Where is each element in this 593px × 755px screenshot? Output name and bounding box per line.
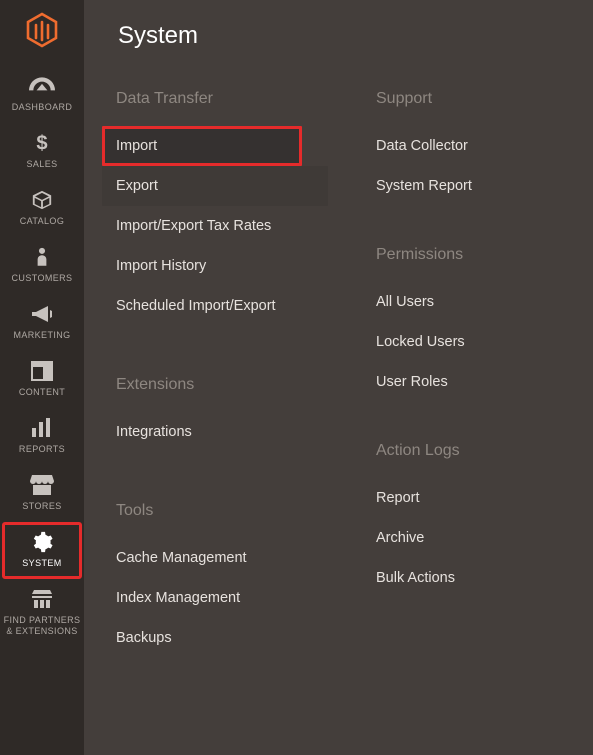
group-title: Tools [102, 502, 332, 538]
sidebar-item-reports[interactable]: REPORTS [2, 408, 82, 465]
sidebar-item-label: SALES [26, 159, 57, 170]
layout-icon [28, 359, 56, 383]
sidebar-item-marketing[interactable]: MARKETING [2, 294, 82, 351]
menu-item-index-management[interactable]: Index Management [102, 578, 332, 618]
menu-item-scheduled-import-export[interactable]: Scheduled Import/Export [102, 286, 332, 326]
sidebar-item-label: CATALOG [20, 216, 64, 227]
sidebar-item-label: STORES [22, 501, 61, 512]
sidebar-item-label: CUSTOMERS [12, 273, 73, 284]
group-support: Support Data Collector System Report [362, 90, 562, 206]
sidebar-item-label: DASHBOARD [12, 102, 73, 113]
menu-item-report[interactable]: Report [362, 478, 562, 518]
group-tools: Tools Cache Management Index Management … [102, 502, 332, 658]
group-title: Action Logs [362, 442, 562, 478]
group-title: Extensions [102, 376, 332, 412]
bar-chart-icon [28, 416, 56, 440]
group-permissions: Permissions All Users Locked Users User … [362, 246, 562, 402]
partners-icon [28, 587, 56, 611]
sidebar-item-label: SYSTEM [22, 558, 61, 569]
group-title: Permissions [362, 246, 562, 282]
box-icon [28, 188, 56, 212]
group-data-transfer: Data Transfer Import Export Import/Expor… [102, 90, 332, 326]
sidebar-item-label: CONTENT [19, 387, 65, 398]
menu-item-user-roles[interactable]: User Roles [362, 362, 562, 402]
menu-item-all-users[interactable]: All Users [362, 282, 562, 322]
admin-sidebar: DASHBOARD $ SALES CATALOG CUSTOMERS MARK… [0, 0, 84, 755]
menu-item-export[interactable]: Export [102, 166, 328, 206]
menu-item-import-history[interactable]: Import History [102, 246, 332, 286]
menu-item-import-export-tax-rates[interactable]: Import/Export Tax Rates [102, 206, 332, 246]
magento-logo[interactable] [22, 8, 62, 52]
page-title: System [84, 22, 593, 90]
menu-item-locked-users[interactable]: Locked Users [362, 322, 562, 362]
flyout-col-1: Data Transfer Import Export Import/Expor… [102, 90, 332, 686]
menu-item-cache-management[interactable]: Cache Management [102, 538, 332, 578]
sidebar-item-sales[interactable]: $ SALES [2, 123, 82, 180]
storefront-icon [28, 473, 56, 497]
menu-item-import[interactable]: Import [102, 126, 302, 166]
gear-icon [28, 530, 56, 554]
menu-item-system-report[interactable]: System Report [362, 166, 562, 206]
group-title: Support [362, 90, 562, 126]
megaphone-icon [28, 302, 56, 326]
svg-text:$: $ [36, 132, 47, 154]
sidebar-item-catalog[interactable]: CATALOG [2, 180, 82, 237]
person-icon [28, 245, 56, 269]
menu-item-backups[interactable]: Backups [102, 618, 332, 658]
menu-item-bulk-actions[interactable]: Bulk Actions [362, 558, 562, 598]
sidebar-item-system[interactable]: SYSTEM [2, 522, 82, 579]
sidebar-item-stores[interactable]: STORES [2, 465, 82, 522]
sidebar-item-find-partners[interactable]: FIND PARTNERS & EXTENSIONS [2, 579, 82, 647]
sidebar-item-label: FIND PARTNERS & EXTENSIONS [4, 615, 81, 637]
menu-item-integrations[interactable]: Integrations [102, 412, 332, 452]
sidebar-item-content[interactable]: CONTENT [2, 351, 82, 408]
dollar-icon: $ [28, 131, 56, 155]
flyout-col-2: Support Data Collector System Report Per… [362, 90, 562, 686]
menu-item-archive[interactable]: Archive [362, 518, 562, 558]
group-title: Data Transfer [102, 90, 332, 126]
system-flyout: System Data Transfer Import Export Impor… [84, 0, 593, 755]
sidebar-item-customers[interactable]: CUSTOMERS [2, 237, 82, 294]
menu-item-data-collector[interactable]: Data Collector [362, 126, 562, 166]
group-extensions: Extensions Integrations [102, 376, 332, 452]
sidebar-item-label: REPORTS [19, 444, 65, 455]
sidebar-item-dashboard[interactable]: DASHBOARD [2, 66, 82, 123]
sidebar-item-label: MARKETING [13, 330, 70, 341]
gauge-icon [28, 74, 56, 98]
flyout-columns: Data Transfer Import Export Import/Expor… [84, 90, 593, 686]
group-action-logs: Action Logs Report Archive Bulk Actions [362, 442, 562, 598]
